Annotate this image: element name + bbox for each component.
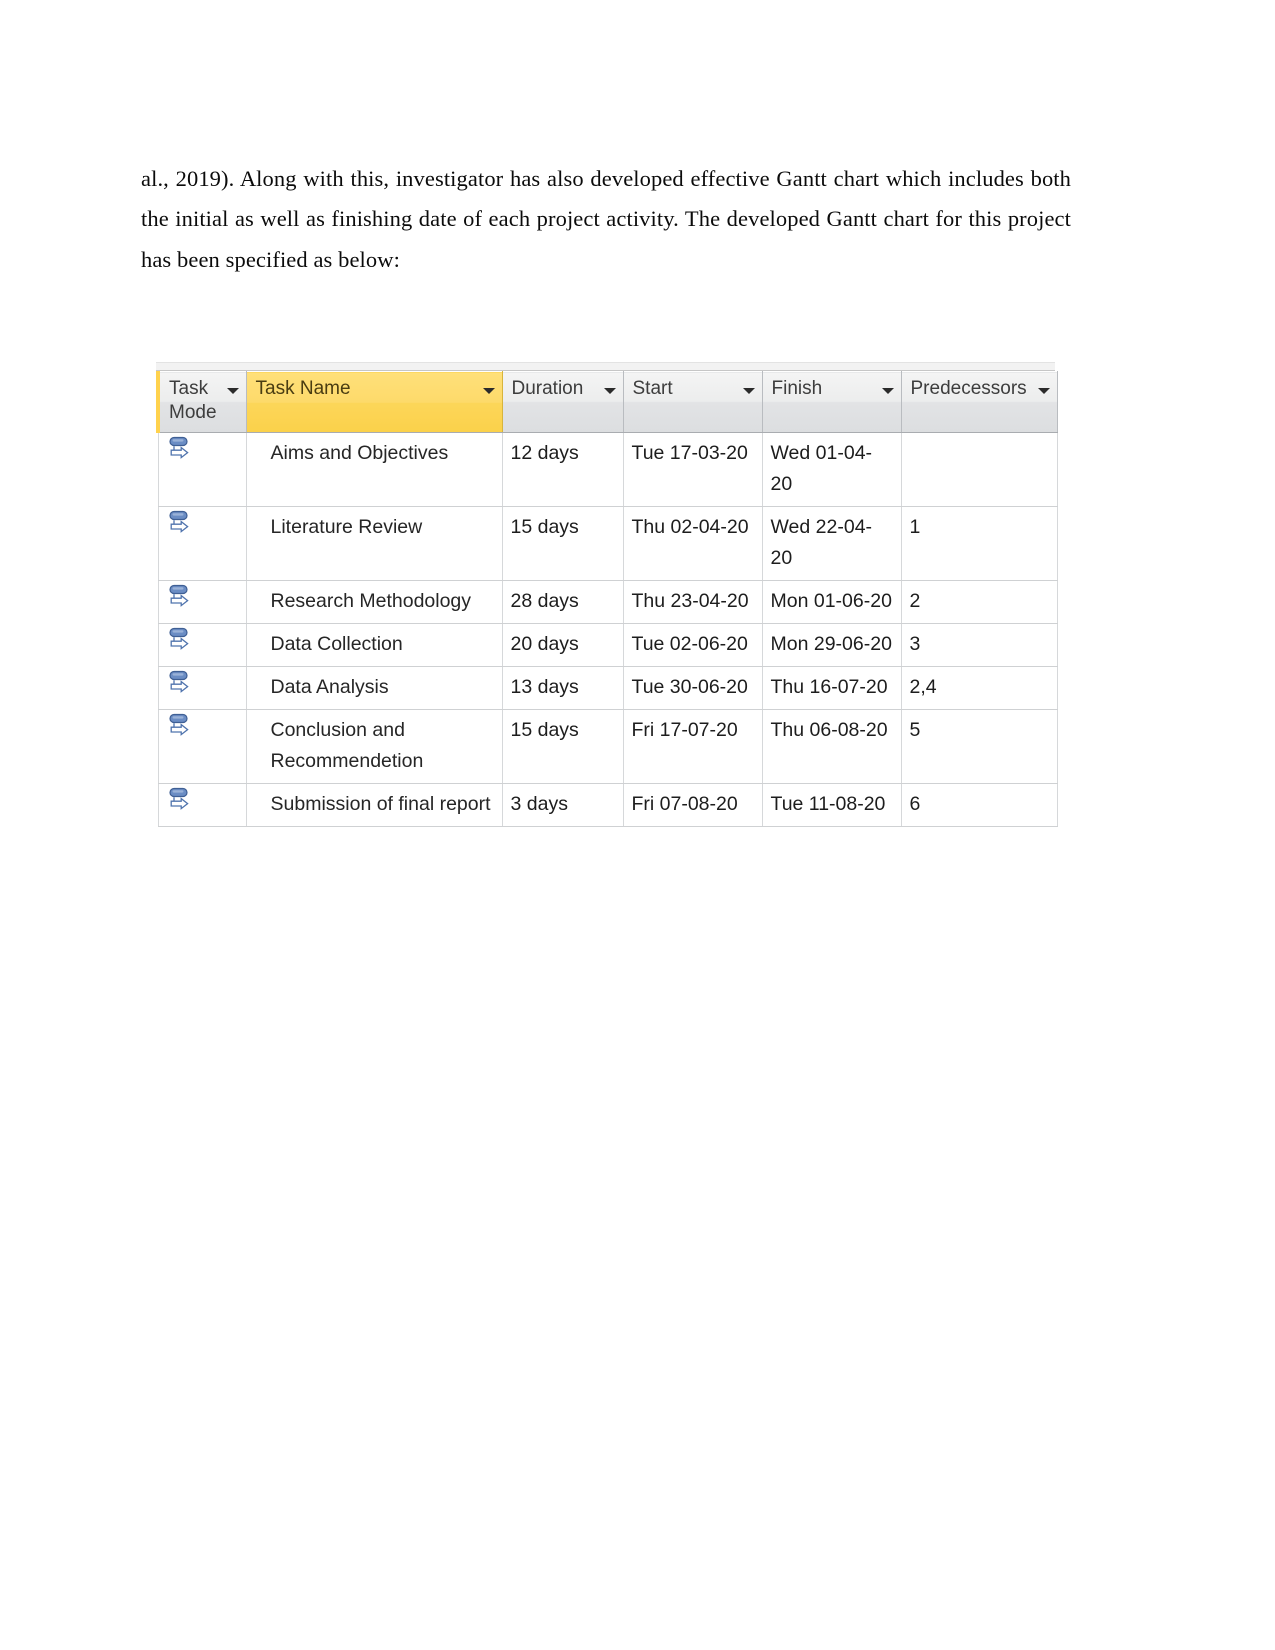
chevron-down-icon[interactable] [742,388,755,394]
column-header-duration-label: Duration [511,378,584,399]
manually-scheduled-icon [168,787,246,814]
cell-predecessors[interactable]: 3 [901,623,1058,667]
table-row[interactable]: Conclusion and Recommendetion 15 days Fri … [157,709,1058,784]
cell-duration[interactable]: 3 days [502,783,624,827]
table-row[interactable]: Data Analysis 13 days Tue 30-06-20 Thu 16-0… [157,666,1058,710]
cell-finish[interactable]: Mon 29-06-20 [762,623,902,667]
manually-scheduled-icon [168,670,246,697]
cell-duration[interactable]: 12 days [502,432,624,507]
cell-start[interactable]: Tue 30-06-20 [623,666,763,710]
cell-finish[interactable]: Thu 06-08-20 [762,709,902,784]
cell-duration[interactable]: 28 days [502,580,624,624]
column-header-finish[interactable]: Finish [762,371,902,433]
table-row[interactable]: Submission of final report 3 days Fri 07-0… [157,783,1058,827]
cell-task-mode[interactable] [157,709,247,784]
manually-scheduled-icon [168,510,246,537]
cell-predecessors[interactable]: 1 [901,506,1058,581]
cell-task-mode[interactable] [157,666,247,710]
cell-task-name[interactable]: Research Methodology [246,580,503,624]
document-page: al., 2019). Along with this, investigato… [0,0,1275,1650]
chevron-down-icon[interactable] [226,388,239,394]
column-header-duration[interactable]: Duration [502,371,624,433]
column-header-start-label: Start [632,378,673,399]
manually-scheduled-icon [168,436,246,463]
cell-duration[interactable]: 15 days [502,506,624,581]
column-header-task-name-label: Task Name [255,378,351,399]
grid-bottom-edge [156,827,1055,829]
cell-task-mode[interactable] [157,623,247,667]
cell-task-name[interactable]: Literature Review [246,506,503,581]
column-header-task-mode[interactable]: Task Mode [156,371,247,433]
column-header-predecessors[interactable]: Predecessors [901,371,1058,433]
table-header-row: Task Mode Task Name Duration Start Finis… [156,371,1058,433]
manually-scheduled-icon [168,627,246,654]
cell-predecessors[interactable]: 5 [901,709,1058,784]
cell-task-name[interactable]: Data Analysis [246,666,503,710]
cell-predecessors[interactable]: 6 [901,783,1058,827]
cell-start[interactable]: Fri 17-07-20 [623,709,763,784]
column-header-task-mode-label: Task Mode [169,378,217,423]
cell-start[interactable]: Fri 07-08-20 [623,783,763,827]
cell-start[interactable]: Tue 02-06-20 [623,623,763,667]
table-row[interactable]: Literature Review 15 days Thu 02-04-20 Wed … [157,506,1058,581]
task-table: Task Mode Task Name Duration Start Finis… [156,371,1058,827]
cell-task-mode[interactable] [157,506,247,581]
column-header-start[interactable]: Start [623,371,763,433]
column-header-finish-label: Finish [771,378,823,399]
chevron-down-icon[interactable] [603,388,616,394]
cell-duration[interactable]: 20 days [502,623,624,667]
cell-predecessors[interactable]: 2,4 [901,666,1058,710]
manually-scheduled-icon [168,713,246,740]
cell-finish[interactable]: Thu 16-07-20 [762,666,902,710]
table-row[interactable]: Data Collection 20 days Tue 02-06-20 Mon 29… [157,623,1058,667]
cell-finish[interactable]: Mon 01-06-20 [762,580,902,624]
cell-duration[interactable]: 13 days [502,666,624,710]
cell-task-mode[interactable] [157,783,247,827]
table-row[interactable]: Aims and Objectives 12 days Tue 17-03-20 We… [157,432,1058,507]
cell-task-mode[interactable] [157,432,247,507]
cell-duration[interactable]: 15 days [502,709,624,784]
table-row[interactable]: Research Methodology 28 days Thu 23-04-20 M… [157,580,1058,624]
cell-task-name[interactable]: Data Collection [246,623,503,667]
column-header-predecessors-label: Predecessors [910,378,1027,399]
manually-scheduled-icon [168,584,246,611]
grid-top-strip [156,362,1055,371]
chevron-down-icon[interactable] [482,388,495,394]
cell-start[interactable]: Tue 17-03-20 [623,432,763,507]
column-header-task-name[interactable]: Task Name [245,371,503,433]
body-paragraph: al., 2019). Along with this, investigato… [141,165,1071,272]
cell-start[interactable]: Thu 23-04-20 [623,580,763,624]
cell-finish[interactable]: Tue 11-08-20 [762,783,902,827]
cell-task-name[interactable]: Conclusion and Recommendetion [246,709,503,784]
cell-predecessors[interactable]: 2 [901,580,1058,624]
cell-task-name[interactable]: Submission of final report [246,783,503,827]
chevron-down-icon[interactable] [1037,388,1050,394]
table-body: Aims and Objectives 12 days Tue 17-03-20 We… [157,432,1058,827]
cell-predecessors[interactable] [901,432,1058,507]
cell-finish[interactable]: Wed 22-04-20 [762,506,902,581]
project-task-grid: Task Mode Task Name Duration Start Finis… [156,362,1058,829]
cell-task-name[interactable]: Aims and Objectives [246,432,503,507]
cell-finish[interactable]: Wed 01-04-20 [762,432,902,507]
cell-task-mode[interactable] [157,580,247,624]
cell-start[interactable]: Thu 02-04-20 [623,506,763,581]
chevron-down-icon[interactable] [881,388,894,394]
